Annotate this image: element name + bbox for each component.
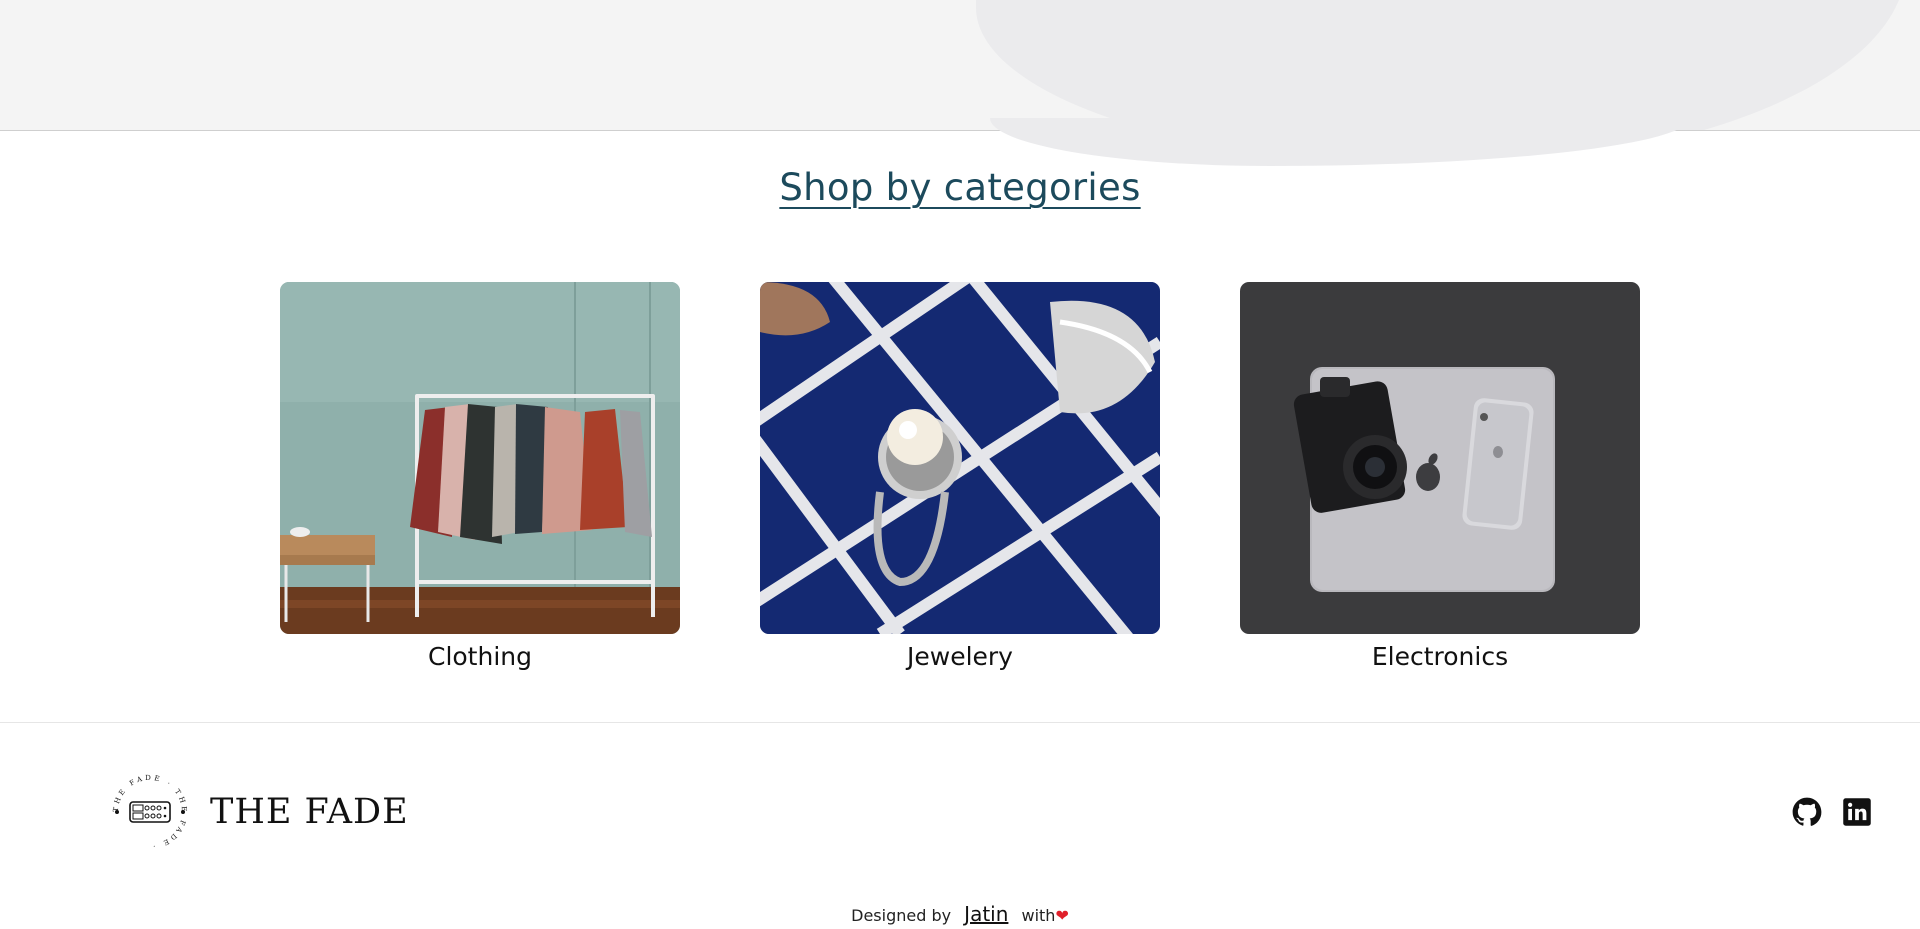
footer-brand[interactable]: THE FADE · THE FADE · THE FADE [110, 772, 409, 852]
linkedin-icon[interactable] [1842, 797, 1872, 827]
hero-decorative-blob [976, 0, 1906, 130]
brand-logo-icon: THE FADE · THE FADE · [112, 774, 188, 850]
category-image-clothing[interactable] [280, 282, 680, 634]
hero-decorative-blob-tail [990, 118, 1690, 166]
category-label-clothing[interactable]: Clothing [280, 642, 680, 671]
category-card-clothing[interactable]: Clothing [280, 282, 680, 671]
svg-text:THE FADE · THE FADE ·: THE FADE · THE FADE · [112, 774, 188, 850]
category-label-electronics[interactable]: Electronics [1240, 642, 1640, 671]
github-icon[interactable] [1792, 797, 1822, 827]
footer-divider [0, 722, 1920, 723]
category-card-jewelery[interactable]: Jewelery [760, 282, 1160, 671]
page: Shop by categories Clothing Jewelery Ele… [0, 0, 1920, 929]
category-image-electronics[interactable] [1240, 282, 1640, 634]
category-image-jewelery[interactable] [760, 282, 1160, 634]
author-link[interactable]: Jatin [964, 902, 1008, 926]
footer-credits: Designed by Jatin with❤ [0, 902, 1920, 926]
brand-name[interactable]: THE FADE [210, 792, 409, 832]
category-card-electronics[interactable]: Electronics [1240, 282, 1640, 671]
credits-suffix: with [1021, 906, 1056, 925]
hero-banner [0, 0, 1920, 131]
heart-icon: ❤ [1055, 906, 1069, 925]
section-title[interactable]: Shop by categories [0, 166, 1920, 209]
category-label-jewelery[interactable]: Jewelery [760, 642, 1160, 671]
credits-prefix: Designed by [851, 906, 952, 925]
